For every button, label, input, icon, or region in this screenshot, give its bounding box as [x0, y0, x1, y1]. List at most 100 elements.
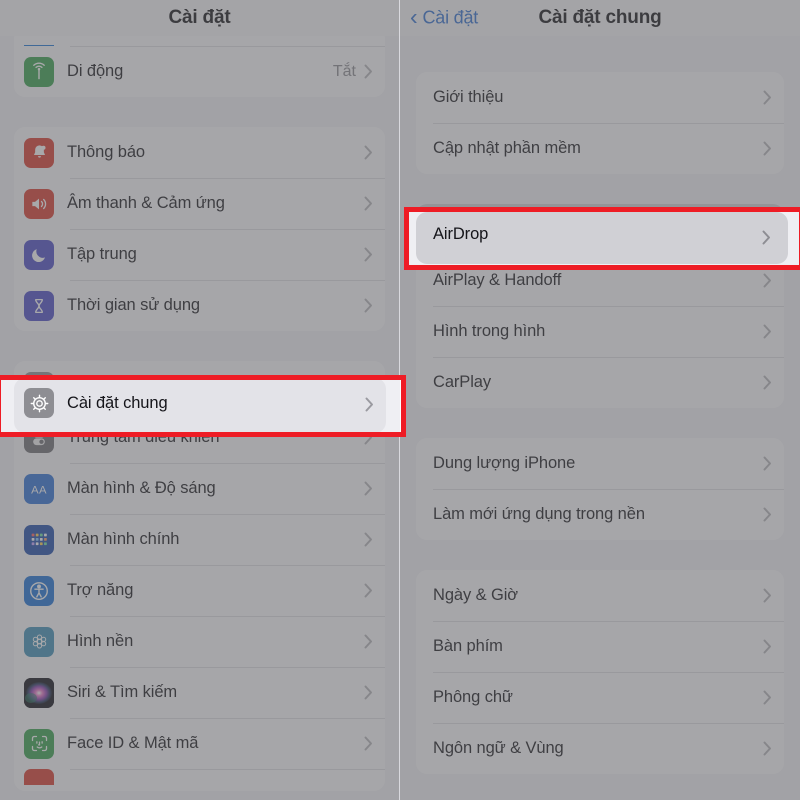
- list-item-label: Màn hình & Độ sáng: [67, 479, 216, 497]
- list-item-label: Dung lượng iPhone: [433, 454, 576, 472]
- list-item-airplay-handoff[interactable]: AirPlay & Handoff: [416, 255, 784, 306]
- chevron-right-icon: [364, 685, 373, 700]
- left-navbar: Cài đặt: [0, 0, 399, 36]
- list-item-airdrop[interactable]: AirDrop: [416, 204, 784, 255]
- settings-group-connectivity: Di động Tắt: [14, 28, 385, 97]
- list-item-tro-nang[interactable]: Trợ năng: [14, 565, 385, 616]
- settings-group-sharing: AirDrop AirPlay & Handoff Hình trong hìn…: [416, 204, 784, 408]
- list-item-label: Ngày & Giờ: [433, 586, 519, 604]
- chevron-right-icon: [364, 634, 373, 649]
- hourglass-icon: [24, 290, 54, 321]
- chevron-right-icon: [763, 222, 772, 237]
- chevron-right-icon: [763, 507, 772, 522]
- list-item-am-thanh[interactable]: Âm thanh & Cảm ứng: [14, 178, 385, 229]
- display-brightness-icon: AA: [24, 473, 54, 504]
- wallpaper-icon: [24, 626, 54, 657]
- chevron-right-icon: [763, 273, 772, 288]
- chevron-left-icon: ‹: [410, 3, 418, 30]
- sos-icon: [24, 769, 54, 785]
- list-item-ngon-ngu-vung[interactable]: Ngôn ngữ & Vùng: [416, 723, 784, 774]
- list-item-label: Giới thiệu: [433, 88, 504, 106]
- page-title: Cài đặt chung: [538, 7, 662, 28]
- list-item-label: Cài đặt chung: [67, 377, 168, 395]
- gear-icon: [24, 371, 54, 402]
- face-id-icon: [24, 728, 54, 759]
- chevron-right-icon: [763, 639, 772, 654]
- chevron-right-icon: [364, 196, 373, 211]
- chevron-right-icon: [364, 247, 373, 262]
- chevron-right-icon: [763, 588, 772, 603]
- list-item-label: AirDrop: [433, 220, 489, 238]
- list-item-label: AirPlay & Handoff: [433, 271, 562, 289]
- list-item-dung-luong-iphone[interactable]: Dung lượng iPhone: [416, 438, 784, 489]
- list-item-label: Tập trung: [67, 245, 137, 263]
- chevron-right-icon: [364, 145, 373, 160]
- chevron-right-icon: [763, 324, 772, 339]
- chevron-right-icon: [763, 456, 772, 471]
- list-item-trung-tam-dieu-khien[interactable]: Trung tâm điều khiển: [14, 412, 385, 463]
- list-item-thoi-gian-su-dung[interactable]: Thời gian sử dụng: [14, 280, 385, 331]
- list-item-hinh-nen[interactable]: Hình nền: [14, 616, 385, 667]
- list-item-lam-moi-ung-dung[interactable]: Làm mới ứng dụng trong nền: [416, 489, 784, 540]
- list-item-label: Hình nền: [67, 632, 134, 650]
- left-scroll-content[interactable]: Di động Tắt Thông báo Âm thanh & Cảm ứng…: [0, 28, 399, 792]
- list-item-label: Ngôn ngữ & Vùng: [433, 739, 564, 757]
- list-item-label: Trợ năng: [67, 581, 134, 599]
- list-item-label: Di động: [67, 62, 124, 80]
- list-item-label: CarPlay: [433, 373, 491, 391]
- list-item-label: Phông chữ: [433, 688, 513, 706]
- list-item-label: Thông báo: [67, 143, 145, 161]
- list-item-man-hinh-chinh[interactable]: Màn hình chính: [14, 514, 385, 565]
- svg-text:AA: AA: [31, 484, 47, 496]
- list-item-face-id[interactable]: Face ID & Mật mã: [14, 718, 385, 769]
- cellular-icon: [24, 56, 54, 87]
- list-item-man-hinh-do-sang[interactable]: AA Màn hình & Độ sáng: [14, 463, 385, 514]
- back-button-label: Cài đặt: [422, 7, 479, 28]
- settings-group-storage: Dung lượng iPhone Làm mới ứng dụng trong…: [416, 438, 784, 540]
- general-settings-pane: ‹ Cài đặt Cài đặt chung Giới thiệu Cập n…: [400, 0, 800, 800]
- chevron-right-icon: [763, 690, 772, 705]
- settings-group-system: Cài đặt chung Trung tâm điều khiển AA Mà…: [14, 361, 385, 791]
- settings-list-pane: Cài đặt Di động Tắt Thông báo Âm thanh &…: [0, 0, 400, 800]
- chevron-right-icon: [364, 481, 373, 496]
- list-item-ngay-gio[interactable]: Ngày & Giờ: [416, 570, 784, 621]
- chevron-right-icon: [364, 64, 373, 79]
- list-item-cap-nhat-phan-mem[interactable]: Cập nhật phần mềm: [416, 123, 784, 174]
- right-scroll-content[interactable]: Giới thiệu Cập nhật phần mềm AirDrop Air…: [400, 36, 800, 800]
- bell-icon: [24, 137, 54, 168]
- list-item-carplay[interactable]: CarPlay: [416, 357, 784, 408]
- chevron-right-icon: [763, 141, 772, 156]
- settings-group-locale: Ngày & Giờ Bàn phím Phông chữ Ngôn ngữ &…: [416, 570, 784, 774]
- list-item-cai-dat-chung[interactable]: Cài đặt chung: [14, 361, 385, 412]
- chevron-right-icon: [763, 90, 772, 105]
- list-item-label: Cập nhật phần mềm: [433, 139, 581, 157]
- list-item-label: Trung tâm điều khiển: [67, 428, 220, 446]
- chevron-right-icon: [364, 298, 373, 313]
- list-item-label: Siri & Tìm kiếm: [67, 683, 178, 701]
- settings-group-about: Giới thiệu Cập nhật phần mềm: [416, 72, 784, 174]
- list-item[interactable]: [14, 769, 385, 791]
- list-item-label: Hình trong hình: [433, 322, 546, 340]
- list-item-tap-trung[interactable]: Tập trung: [14, 229, 385, 280]
- list-item-siri[interactable]: Siri & Tìm kiếm: [14, 667, 385, 718]
- list-item-ban-phim[interactable]: Bàn phím: [416, 621, 784, 672]
- list-item-thong-bao[interactable]: Thông báo: [14, 127, 385, 178]
- moon-icon: [24, 239, 54, 270]
- list-item-hinh-trong-hinh[interactable]: Hình trong hình: [416, 306, 784, 357]
- settings-group-alerts: Thông báo Âm thanh & Cảm ứng Tập trung T…: [14, 127, 385, 331]
- chevron-right-icon: [364, 736, 373, 751]
- list-item-gioi-thieu[interactable]: Giới thiệu: [416, 72, 784, 123]
- chevron-right-icon: [364, 532, 373, 547]
- list-item-di-dong[interactable]: Di động Tắt: [14, 46, 385, 97]
- chevron-right-icon: [364, 583, 373, 598]
- back-button[interactable]: ‹ Cài đặt: [410, 3, 479, 30]
- right-navbar: ‹ Cài đặt Cài đặt chung: [400, 0, 800, 36]
- list-item-label: Làm mới ứng dụng trong nền: [433, 505, 645, 523]
- home-screen-icon: [24, 524, 54, 555]
- list-item-label: Thời gian sử dụng: [67, 296, 200, 314]
- chevron-right-icon: [763, 375, 772, 390]
- accessibility-icon: [24, 575, 54, 606]
- chevron-right-icon: [364, 379, 373, 394]
- list-item-label: Face ID & Mật mã: [67, 734, 199, 752]
- list-item-phong-chu[interactable]: Phông chữ: [416, 672, 784, 723]
